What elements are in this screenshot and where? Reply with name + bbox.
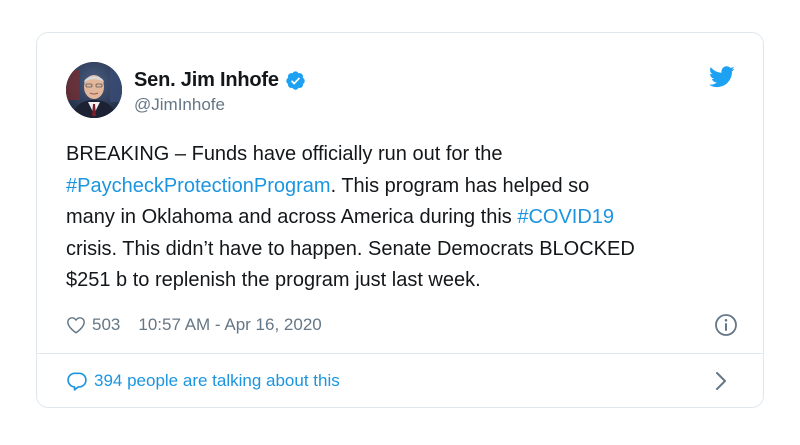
info-icon[interactable]: [714, 313, 738, 337]
conversation-label[interactable]: 394 people are talking about this: [94, 371, 340, 391]
speech-bubble-icon: [67, 372, 87, 391]
tweet-line: BREAKING – Funds have officially run out…: [66, 139, 746, 171]
heart-icon[interactable]: [66, 316, 86, 334]
divider: [37, 353, 763, 354]
display-name[interactable]: Sen. Jim Inhofe: [134, 69, 279, 92]
tweet-text: BREAKING – Funds have officially run out…: [66, 139, 746, 297]
hashtag-link[interactable]: #PaycheckProtectionProgram: [66, 175, 331, 197]
verified-badge-icon: [285, 70, 306, 91]
conversation-link[interactable]: 394 people are talking about this: [66, 367, 735, 395]
avatar-photo: [66, 62, 122, 118]
tweet-text-segment: many in Oklahoma and across America duri…: [66, 206, 518, 228]
tweet-text-segment: $251 b to replenish the program just las…: [66, 269, 481, 291]
tweet-line: $251 b to replenish the program just las…: [66, 265, 746, 297]
twitter-bird-icon[interactable]: [709, 66, 735, 88]
tweet-card: Sen. Jim Inhofe @JimInhofe BREAKING – Fu…: [36, 32, 764, 408]
tweet-line: many in Oklahoma and across America duri…: [66, 202, 746, 234]
avatar[interactable]: [66, 62, 122, 118]
tweet-text-segment: BREAKING – Funds have officially run out…: [66, 143, 503, 165]
tweet-text-segment: . This program has helped so: [330, 174, 590, 197]
tweet-line: #PaycheckProtectionProgram. This program…: [66, 171, 746, 203]
hashtag-link[interactable]: #COVID19: [517, 206, 614, 228]
handle[interactable]: @JimInhofe: [134, 95, 306, 115]
tweet-meta: 503 10:57 AM - Apr 16, 2020: [66, 313, 738, 337]
tweet-header: Sen. Jim Inhofe @JimInhofe: [66, 62, 735, 118]
chevron-right-icon[interactable]: [715, 371, 727, 391]
name-row: Sen. Jim Inhofe: [134, 68, 306, 92]
timestamp[interactable]: 10:57 AM - Apr 16, 2020: [138, 315, 321, 335]
like-count[interactable]: 503: [92, 315, 120, 335]
tweet-line: crisis. This didn’t have to happen. Sena…: [66, 234, 746, 266]
author-info[interactable]: Sen. Jim Inhofe @JimInhofe: [134, 68, 306, 115]
tweet-text-segment: crisis. This didn’t have to happen. Sena…: [66, 237, 635, 260]
